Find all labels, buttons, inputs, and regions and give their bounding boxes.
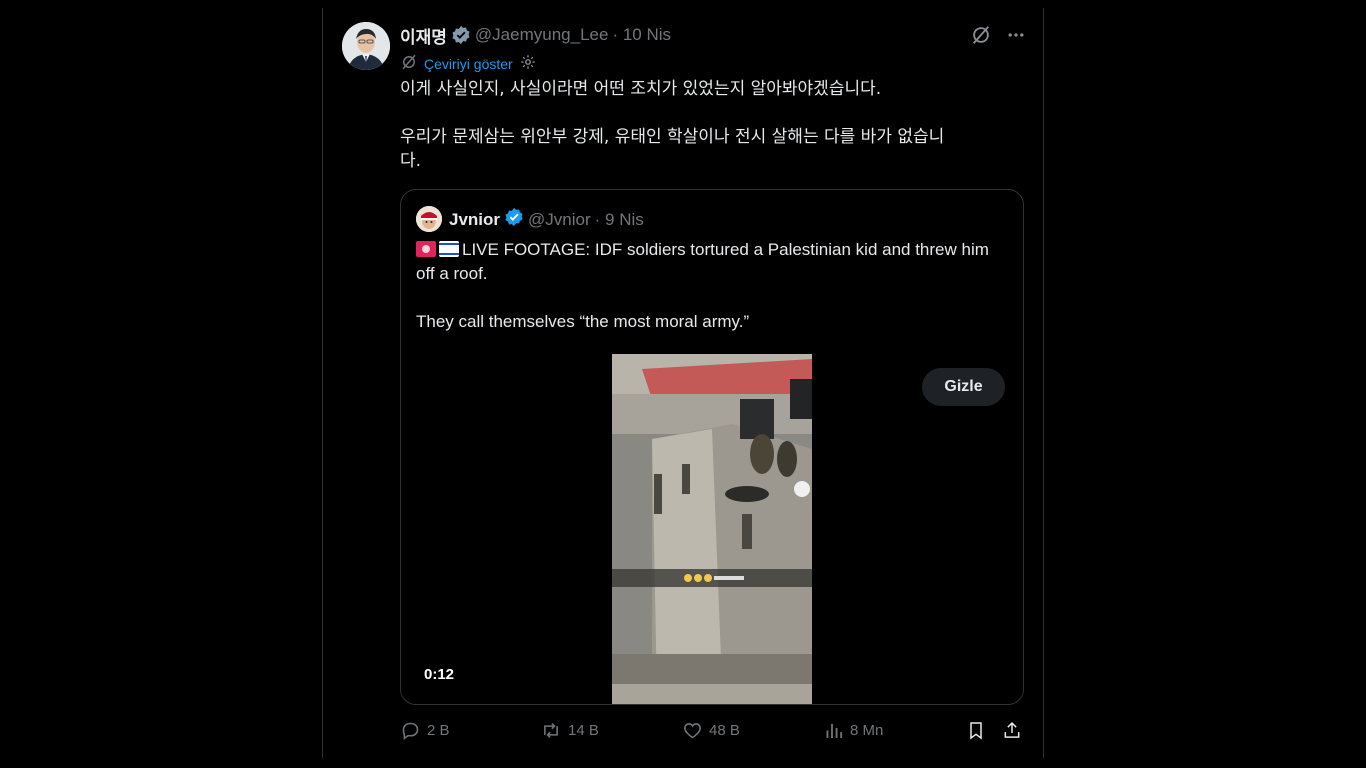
reply-button[interactable]: 2 B [400, 720, 450, 741]
tweet-top-actions [970, 24, 1026, 51]
quote-text-line1: LIVE FOOTAGE: IDF soldiers tortured a Pa… [416, 240, 994, 283]
translate-row: Çeviriyi göster [400, 53, 537, 74]
grok-icon[interactable] [970, 24, 992, 51]
quoted-tweet[interactable]: Jvnior @Jvnior · 9 Nis LIVE FOOTAGE: IDF… [400, 189, 1024, 705]
quote-author-name[interactable]: Jvnior [449, 210, 500, 230]
repost-button[interactable]: 14 B [540, 720, 599, 741]
share-button[interactable] [1002, 720, 1022, 741]
video-timecode: 0:12 [424, 666, 455, 683]
like-count: 48 B [709, 722, 740, 739]
tweet-actions: 2 B 14 B 48 B 8 Mn [400, 720, 1025, 744]
bookmark-icon [966, 720, 986, 741]
author-name[interactable]: 이재명 [400, 23, 447, 48]
video-player[interactable] [612, 354, 812, 704]
translate-icon [400, 53, 418, 74]
bookmark-button[interactable] [966, 720, 986, 741]
quote-text: LIVE FOOTAGE: IDF soldiers tortured a Pa… [416, 238, 1011, 334]
share-icon [1002, 720, 1022, 741]
like-button[interactable]: 48 B [682, 720, 740, 741]
verified-badge-icon [504, 207, 524, 232]
views-count: 8 Mn [850, 722, 884, 739]
tweet-date[interactable]: · 10 Nis [612, 25, 671, 45]
quote-author-handle[interactable]: @Jvnior [528, 210, 591, 230]
author-avatar[interactable] [342, 22, 390, 70]
show-translation-link[interactable]: Çeviriyi göster [424, 56, 513, 72]
quote-author-avatar[interactable] [416, 206, 442, 232]
israel-flag-icon [439, 241, 459, 257]
tweet-text: 이게 사실인지, 사실이라면 어떤 조치가 있었는지 알아봐야겠습니다. 우리가… [400, 79, 945, 171]
quote-text-para2: They call themselves “the most moral arm… [416, 312, 750, 331]
reply-icon [400, 720, 421, 741]
reply-count: 2 B [427, 722, 450, 739]
settings-icon[interactable] [519, 53, 537, 74]
views-button[interactable]: 8 Mn [824, 720, 883, 741]
repost-icon [540, 720, 562, 741]
views-icon [824, 720, 844, 741]
hide-button[interactable]: Gizle [922, 368, 1005, 406]
siren-emoji-icon [416, 241, 436, 257]
repost-count: 14 B [568, 722, 599, 739]
more-icon[interactable] [1006, 25, 1026, 50]
author-handle[interactable]: @Jaemyung_Lee [475, 25, 609, 45]
quote-date[interactable]: · 9 Nis [595, 210, 644, 230]
like-icon [682, 720, 703, 741]
verified-badge-icon [451, 25, 471, 45]
tweet-header: 이재명 @Jaemyung_Lee · 10 Nis [400, 22, 671, 48]
quote-header: Jvnior @Jvnior · 9 Nis [449, 207, 644, 232]
